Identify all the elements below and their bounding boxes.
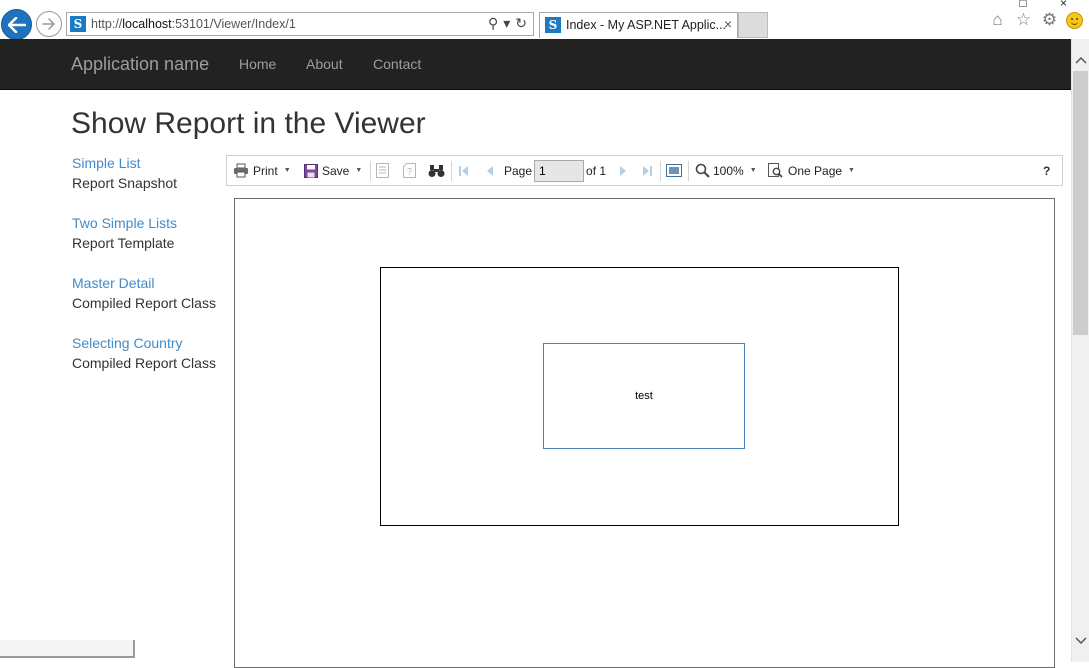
zoom-label: 100% [713, 163, 744, 178]
browser-chrome: □ × S http://localhost:53101/Viewer/Inde… [0, 0, 1089, 40]
sidebar-desc: Compiled Report Class [72, 295, 216, 311]
scroll-up-arrow[interactable] [1072, 51, 1089, 69]
navbar-brand[interactable]: Application name [71, 54, 209, 75]
find-button[interactable] [428, 156, 445, 185]
new-tab-button[interactable] [738, 12, 768, 38]
arrow-right-icon [42, 18, 55, 30]
window-close-icon[interactable]: × [1060, 0, 1067, 10]
page-view-icon [768, 163, 783, 178]
nav-link-contact[interactable]: Contact [373, 56, 421, 72]
zoom-button[interactable]: 100% ▼ [695, 156, 757, 185]
sidebar-desc: Report Template [72, 235, 175, 251]
floppy-disk-icon [304, 163, 318, 178]
view-mode-label: One Page [788, 163, 843, 178]
toolbar-separator [370, 161, 371, 181]
next-page-icon [620, 165, 626, 176]
sidebar-item-simple-list: Simple List Report Snapshot [72, 153, 177, 193]
window-controls: □ × [989, 0, 1067, 10]
back-button[interactable] [1, 9, 32, 40]
refresh-icon[interactable]: ↻ [515, 15, 527, 31]
browser-tab[interactable]: S Index - My ASP.NET Applic... × [539, 12, 738, 38]
page-label: Page [504, 163, 533, 178]
save-button[interactable]: Save ▼ [304, 156, 362, 185]
url-text[interactable]: http://localhost:53101/Viewer/Index/1 [91, 17, 296, 31]
feedback-smiley-icon[interactable] [1066, 12, 1083, 29]
printer-icon [234, 163, 248, 178]
fullscreen-button[interactable] [666, 156, 682, 185]
report-textbox: test [543, 343, 745, 449]
url-scheme: http:// [91, 17, 123, 31]
previous-page-button[interactable] [485, 156, 495, 185]
sidebar-link-simple-list[interactable]: Simple List [72, 153, 177, 173]
view-mode-button[interactable]: One Page ▼ [768, 156, 855, 185]
chevron-up-icon [1075, 56, 1087, 64]
search-icon[interactable]: ⚲ [488, 15, 498, 31]
help-button[interactable]: ? [1043, 156, 1050, 185]
print-label: Print [253, 163, 278, 178]
scroll-down-arrow[interactable] [1072, 632, 1089, 650]
sidebar-desc: Report Snapshot [72, 175, 178, 191]
toolbar-separator [451, 161, 452, 181]
report-page: test [380, 267, 899, 526]
url-path: :53101/Viewer/Index/1 [171, 17, 296, 31]
home-icon[interactable]: ⌂ [988, 10, 1007, 29]
sidebar-item-two-simple-lists: Two Simple Lists Report Template [72, 213, 177, 253]
favorites-star-icon[interactable]: ☆ [1014, 10, 1033, 29]
caret-down-icon: ▼ [749, 167, 757, 174]
binoculars-icon [428, 164, 445, 177]
parameters-button[interactable]: ? [403, 156, 416, 185]
scrollbar-thumb[interactable] [1073, 71, 1088, 335]
print-button[interactable]: Print ▼ [233, 156, 291, 185]
last-page-icon [643, 165, 652, 176]
forward-button[interactable] [36, 11, 62, 37]
fullscreen-icon [666, 164, 682, 177]
bookmarks-button[interactable] [376, 156, 389, 185]
sidebar-item-master-detail: Master Detail Compiled Report Class [72, 273, 216, 313]
svg-text:?: ? [407, 167, 412, 177]
chevron-down-icon [1075, 637, 1087, 645]
browser-toolbar-icons: ⌂ ☆ ⚙ [988, 10, 1083, 29]
url-host: localhost [122, 17, 172, 31]
first-page-button[interactable] [458, 156, 470, 185]
toolbar-separator [660, 161, 661, 181]
site-favicon-icon: S [70, 16, 86, 32]
magnifier-icon [695, 163, 710, 178]
sidebar-item-selecting-country: Selecting Country Compiled Report Class [72, 333, 216, 373]
tab-favicon-icon: S [545, 17, 561, 33]
page-of-label: of 1 [586, 163, 607, 178]
report-viewer-frame[interactable]: test [234, 198, 1055, 668]
previous-page-icon [487, 165, 493, 176]
caret-down-icon: ▼ [848, 167, 855, 174]
caret-down-icon: ▼ [283, 167, 291, 174]
navbar: Application name Home About Contact [0, 39, 1071, 90]
address-bar[interactable]: S http://localhost:53101/Viewer/Index/1 … [66, 12, 534, 36]
document-list-icon [376, 163, 389, 178]
chevron-down-icon[interactable]: ▾ [503, 15, 510, 31]
page-number-input[interactable] [534, 159, 585, 182]
nav-link-home[interactable]: Home [239, 56, 276, 72]
tab-title: Index - My ASP.NET Applic... [566, 18, 727, 32]
sidebar-link-two-simple-lists[interactable]: Two Simple Lists [72, 213, 177, 233]
caret-down-icon: ▼ [355, 167, 363, 174]
first-page-icon [459, 165, 468, 176]
maximize-icon[interactable]: □ [1019, 0, 1026, 10]
report-viewer-toolbar: Print ▼ Save ▼ ? Page 1 of 1 100% ▼ One … [226, 155, 1063, 186]
page-navigator: Page of 1 [504, 156, 606, 185]
toolbar-separator [688, 161, 689, 181]
status-strip [0, 640, 135, 658]
page-title: Show Report in the Viewer [71, 107, 426, 140]
tab-close-icon[interactable]: × [724, 16, 732, 32]
sidebar-desc: Compiled Report Class [72, 355, 216, 371]
last-page-button[interactable] [641, 156, 653, 185]
page-scrollbar[interactable] [1071, 39, 1089, 662]
gear-icon[interactable]: ⚙ [1040, 10, 1059, 29]
sidebar-link-selecting-country[interactable]: Selecting Country [72, 333, 216, 353]
sidebar-link-master-detail[interactable]: Master Detail [72, 273, 216, 293]
document-question-icon: ? [403, 163, 416, 178]
arrow-left-icon [7, 16, 26, 33]
nav-link-about[interactable]: About [306, 56, 343, 72]
save-label: Save [322, 163, 350, 178]
next-page-button[interactable] [618, 156, 628, 185]
address-bar-icons: ⚲ ▾ ↻ [483, 15, 527, 32]
